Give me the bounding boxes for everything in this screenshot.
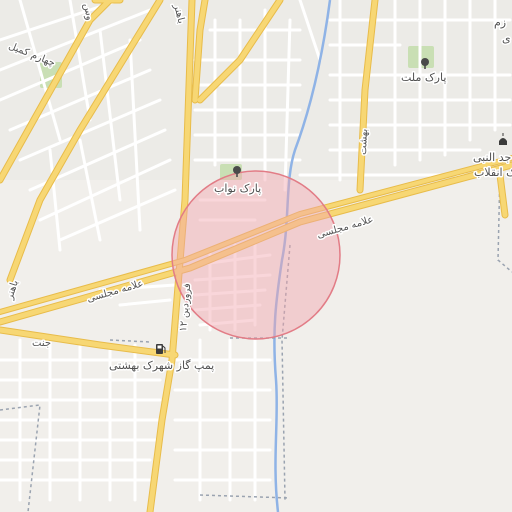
- road-label-behesht: بهشت: [358, 129, 370, 156]
- poi-label-enghelab: ک انقلاب: [474, 166, 512, 179]
- poi-label-gas-station: پمپ گاز شهرک بهشتی: [109, 359, 214, 372]
- poi-label-top-right-fragment-2: ی: [502, 32, 511, 45]
- map-view[interactable]: علامه مجلسی علامه مجلسی ۱۲ فروردین باهنر…: [0, 0, 512, 512]
- poi-label-navvab-park: پارک نواب: [214, 182, 261, 195]
- poi-label-mellat-park: پارک ملت: [401, 71, 446, 84]
- poi-label-masjed-nabi: جد النبی: [473, 151, 511, 164]
- poi-label-top-right-fragment: زم: [494, 16, 506, 29]
- highlight-circle[interactable]: [171, 170, 341, 340]
- map-canvas[interactable]: علامه مجلسی علامه مجلسی ۱۲ فروردین باهنر…: [0, 0, 512, 512]
- road-label-janat: جنت: [32, 338, 51, 349]
- urban-area: [0, 0, 512, 180]
